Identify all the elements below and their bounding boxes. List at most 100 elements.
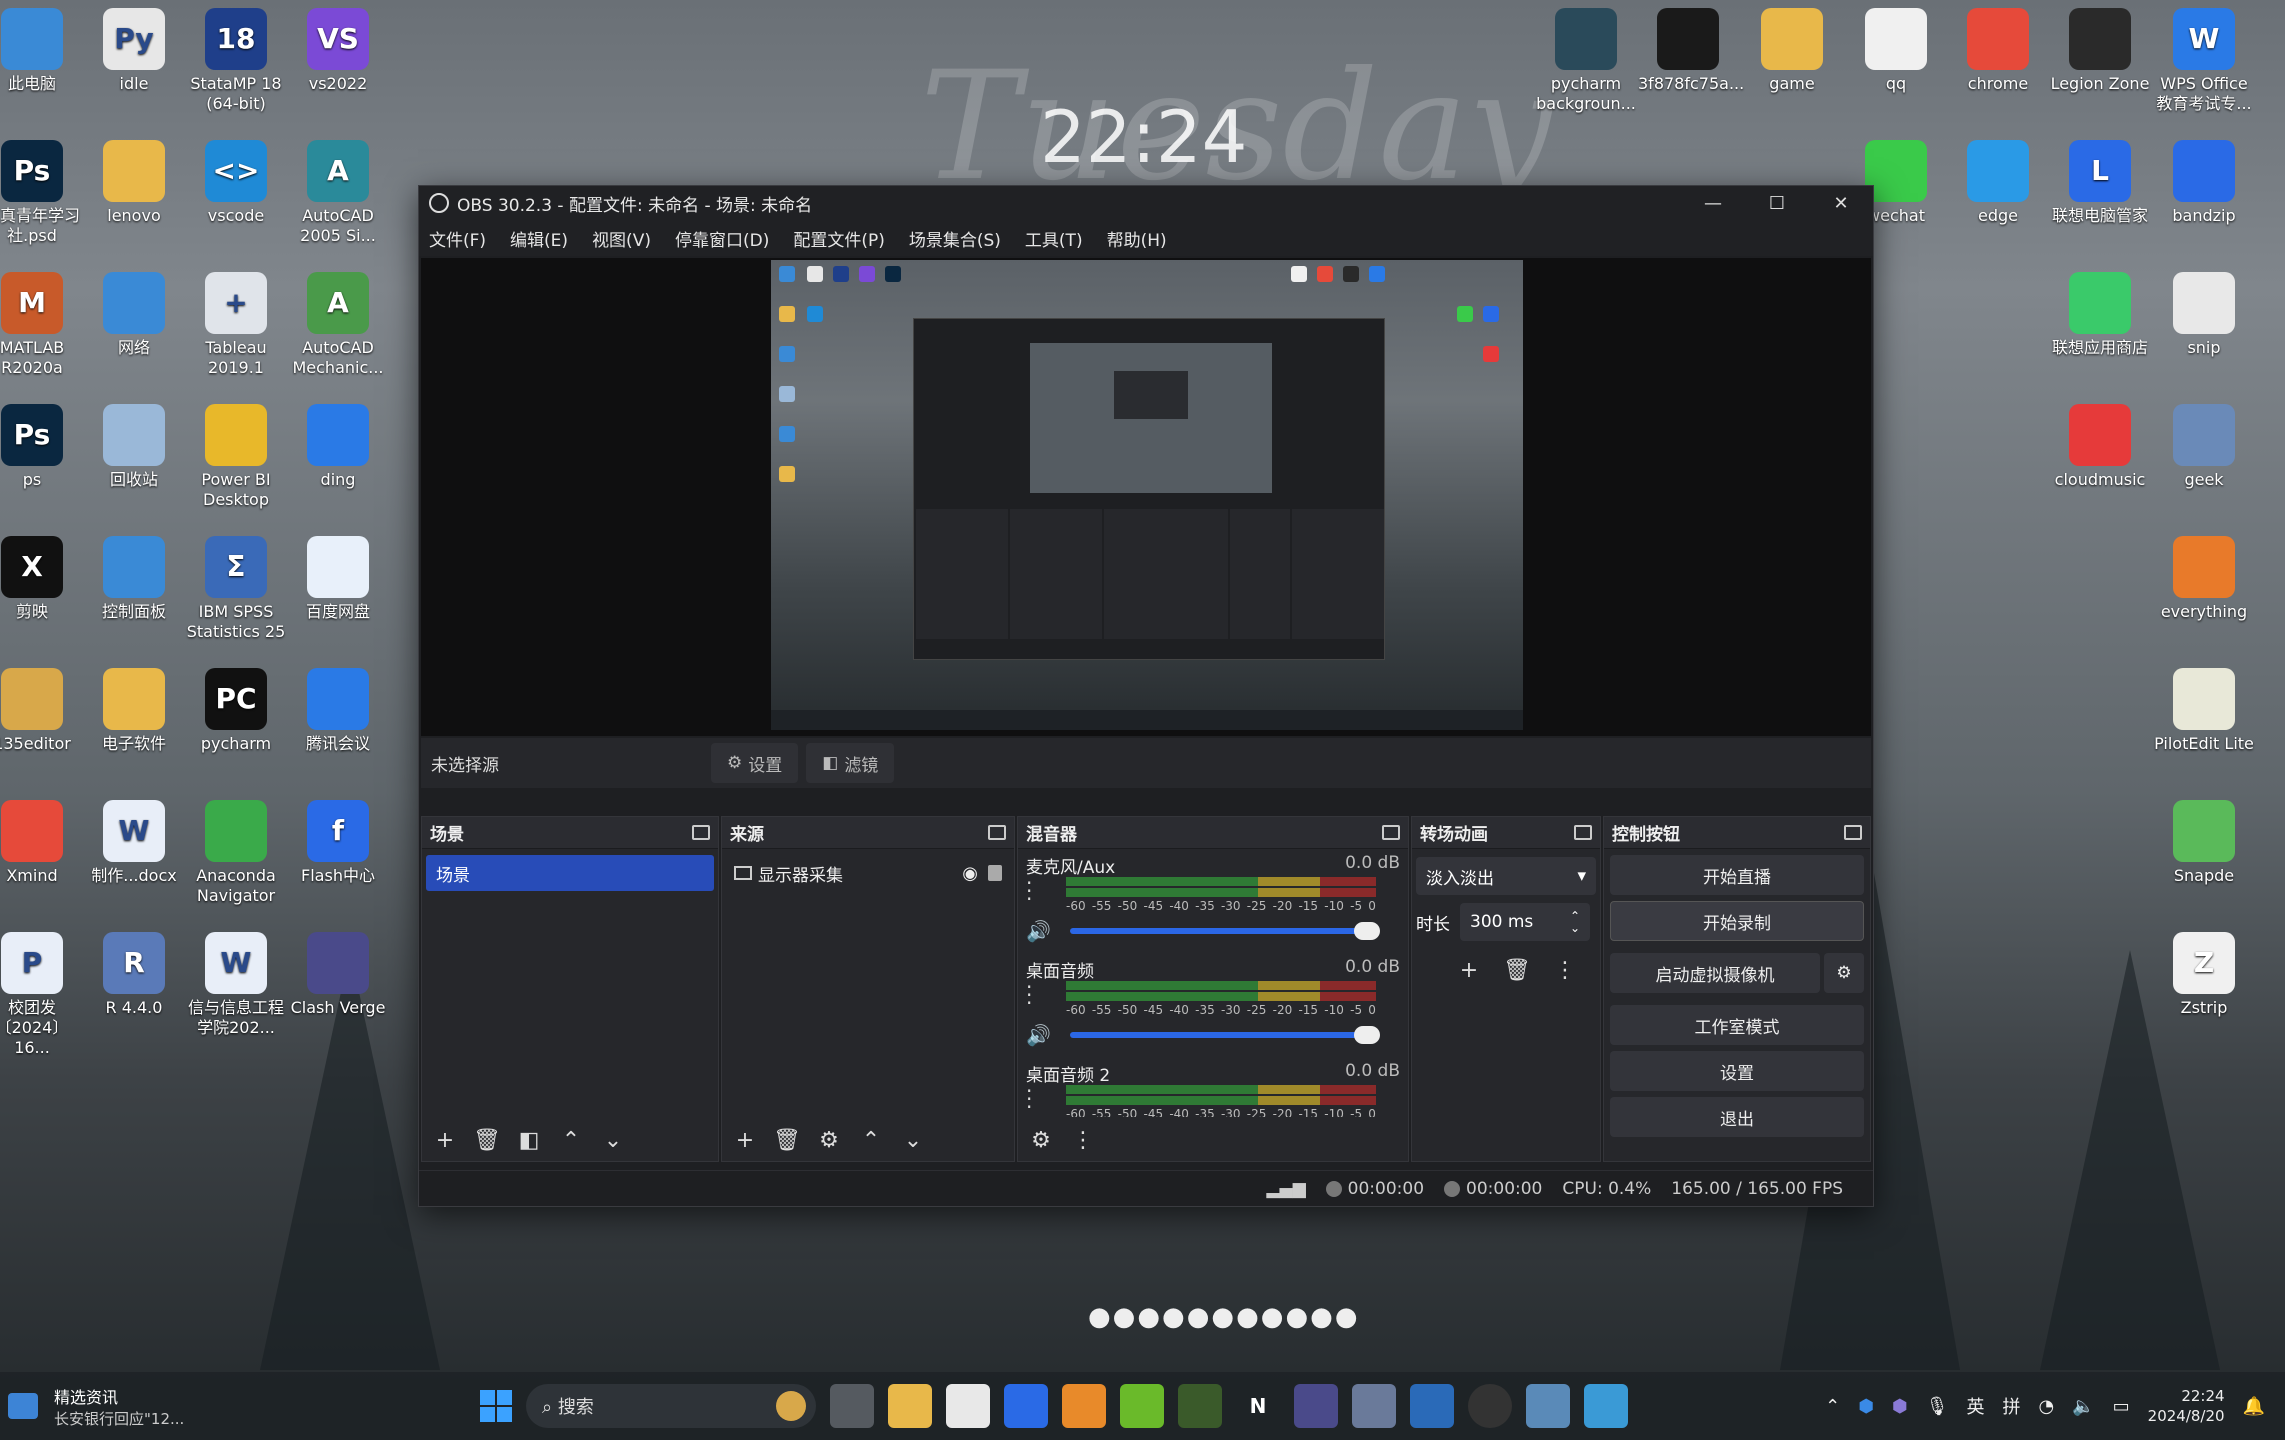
chevron-up-icon[interactable]: ⌃: [1825, 1396, 1840, 1417]
speaker-icon[interactable]: 🔊: [1026, 1023, 1060, 1047]
minimize-icon[interactable]: —: [1681, 186, 1745, 220]
app-icon[interactable]: [1584, 1384, 1628, 1428]
transition-menu-kebab-icon[interactable]: ⋮: [1548, 953, 1582, 987]
desktop-icon[interactable]: Legion Zone: [2050, 8, 2150, 94]
desktop-icon[interactable]: A AutoCAD 2005 Si...: [288, 140, 388, 246]
scene-item[interactable]: 场景: [426, 855, 714, 891]
desktop-icon[interactable]: edge: [1948, 140, 2048, 226]
desktop-icon[interactable]: Clash Verge: [288, 932, 388, 1018]
app-icon[interactable]: [1526, 1384, 1570, 1428]
desktop-icon[interactable]: 联想应用商店: [2050, 272, 2150, 358]
desktop-icon[interactable]: 135editor: [0, 668, 82, 754]
taskbar-search[interactable]: ⌕ 搜索: [526, 1384, 816, 1428]
desktop-icon[interactable]: PilotEdit Lite: [2154, 668, 2254, 754]
desktop-icon[interactable]: 此电脑: [0, 8, 82, 94]
mixer-advanced-gear-icon[interactable]: ⚙: [1024, 1123, 1058, 1157]
app-icon[interactable]: [1410, 1384, 1454, 1428]
taskbar-clock[interactable]: 22:24 2024/8/20: [2148, 1386, 2225, 1426]
desktop-icon[interactable]: Xmind: [0, 800, 82, 886]
desktop-icon[interactable]: W WPS Office 教育考试专...: [2154, 8, 2254, 114]
microphone-icon[interactable]: 🎙: [1926, 1396, 1949, 1417]
desktop-icon[interactable]: lenovo: [84, 140, 184, 226]
desktop-icon[interactable]: 百度网盘: [288, 536, 388, 622]
add-transition-button[interactable]: +: [1452, 953, 1486, 987]
maximize-icon[interactable]: ☐: [1745, 186, 1809, 220]
desktop-icon[interactable]: R R 4.4.0: [84, 932, 184, 1018]
stepper-arrows-icon[interactable]: ⌃ ⌄: [1570, 910, 1580, 934]
desktop-icon[interactable]: Ps 求真青年学习社.psd: [0, 140, 82, 246]
start-recording-button[interactable]: 开始录制: [1610, 901, 1864, 941]
desktop-icon[interactable]: qq: [1846, 8, 1946, 94]
kebab-icon[interactable]: · · ·: [1026, 1081, 1032, 1117]
popout-icon[interactable]: [1382, 825, 1400, 840]
battery-icon[interactable]: ▭: [2113, 1396, 2130, 1417]
add-scene-button[interactable]: +: [428, 1123, 462, 1157]
volume-slider[interactable]: [1070, 1026, 1380, 1044]
remove-scene-button[interactable]: 🗑: [470, 1123, 504, 1157]
clash-icon[interactable]: [1294, 1384, 1338, 1428]
lock-icon[interactable]: [988, 865, 1002, 881]
eye-icon[interactable]: ◉: [962, 863, 978, 884]
desktop-icon[interactable]: Py idle: [84, 8, 184, 94]
desktop-icon[interactable]: game: [1742, 8, 1842, 94]
remove-source-button[interactable]: 🗑: [770, 1123, 804, 1157]
desktop-icon[interactable]: everything: [2154, 536, 2254, 622]
desktop-icon[interactable]: PC pycharm: [186, 668, 286, 754]
desktop-icon[interactable]: 回收站: [84, 404, 184, 490]
volume-icon[interactable]: 🔈: [2072, 1396, 2094, 1417]
store-icon[interactable]: [946, 1384, 990, 1428]
menu-tools[interactable]: 工具(T): [1025, 226, 1083, 251]
menu-file[interactable]: 文件(F): [429, 226, 486, 251]
menu-edit[interactable]: 编辑(E): [510, 226, 568, 251]
desktop-icon[interactable]: bandzip: [2154, 140, 2254, 226]
desktop-icon[interactable]: + Tableau 2019.1: [186, 272, 286, 378]
popout-icon[interactable]: [1844, 825, 1862, 840]
obs-taskbar-icon[interactable]: [1468, 1384, 1512, 1428]
app-icon[interactable]: [1004, 1384, 1048, 1428]
notion-icon[interactable]: N: [1236, 1384, 1280, 1428]
start-streaming-button[interactable]: 开始直播: [1610, 855, 1864, 895]
popout-icon[interactable]: [1574, 825, 1592, 840]
mixer-menu-kebab-icon[interactable]: ⋮: [1066, 1123, 1100, 1157]
move-source-up-button[interactable]: ⌃: [854, 1123, 888, 1157]
source-properties-button[interactable]: ⚙: [812, 1123, 846, 1157]
kebab-icon[interactable]: · · ·: [1026, 977, 1032, 1013]
notification-bell-icon[interactable]: 🔔: [2243, 1396, 2265, 1417]
news-widget[interactable]: 精选资讯 长安银行回应"12...: [0, 1384, 480, 1429]
kebab-icon[interactable]: · · ·: [1026, 873, 1032, 909]
desktop-icon[interactable]: ding: [288, 404, 388, 490]
calculator-icon[interactable]: [1352, 1384, 1396, 1428]
start-virtual-camera-button[interactable]: 启动虚拟摄像机: [1610, 953, 1820, 993]
desktop-icon[interactable]: P 校团发〔2024〕16...: [0, 932, 82, 1058]
remove-transition-button[interactable]: 🗑: [1500, 953, 1534, 987]
popout-icon[interactable]: [692, 825, 710, 840]
windows-start-icon[interactable]: [480, 1390, 512, 1422]
desktop-icon[interactable]: 腾讯会议: [288, 668, 388, 754]
desktop-icon[interactable]: M MATLAB R2020a: [0, 272, 82, 378]
transition-select[interactable]: 淡入淡出 ▾: [1416, 857, 1596, 895]
desktop-icon[interactable]: f Flash中心: [288, 800, 388, 886]
move-scene-up-button[interactable]: ⌃: [554, 1123, 588, 1157]
virtual-camera-gear-icon[interactable]: ⚙: [1824, 953, 1864, 993]
menu-view[interactable]: 视图(V): [592, 226, 651, 251]
add-source-button[interactable]: +: [728, 1123, 762, 1157]
desktop-icon[interactable]: Snapde: [2154, 800, 2254, 886]
move-source-down-button[interactable]: ⌄: [896, 1123, 930, 1157]
exit-button[interactable]: 退出: [1610, 1097, 1864, 1137]
desktop-icon[interactable]: 18 StataMP 18 (64-bit): [186, 8, 286, 114]
source-filters-button[interactable]: ◧ 滤镜: [806, 743, 895, 783]
source-item[interactable]: 显示器采集 ◉: [726, 855, 1010, 891]
menu-docks[interactable]: 停靠窗口(D): [675, 226, 769, 251]
desktop-icon[interactable]: L 联想电脑管家: [2050, 140, 2150, 226]
desktop-icon[interactable]: 控制面板: [84, 536, 184, 622]
desktop-icon[interactable]: pycharm backgroun...: [1536, 8, 1636, 114]
volume-slider[interactable]: [1070, 922, 1380, 940]
desktop-icon[interactable]: Z Zstrip: [2154, 932, 2254, 1018]
preview-area[interactable]: [421, 258, 1871, 736]
obs-titlebar[interactable]: OBS 30.2.3 - 配置文件: 未命名 - 场景: 未命名 — ☐ ✕: [419, 186, 1873, 220]
desktop-icon[interactable]: cloudmusic: [2050, 404, 2150, 490]
menu-help[interactable]: 帮助(H): [1107, 226, 1167, 251]
move-scene-down-button[interactable]: ⌄: [596, 1123, 630, 1157]
desktop-icon[interactable]: <> vscode: [186, 140, 286, 226]
desktop-icon[interactable]: W 制作...docx: [84, 800, 184, 886]
